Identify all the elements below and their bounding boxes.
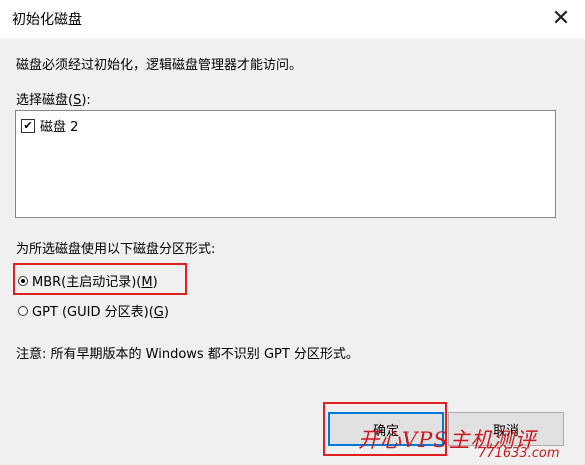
description-text: 磁盘必须经过初始化，逻辑磁盘管理器才能访问。 xyxy=(16,58,303,73)
gpt-radio[interactable] xyxy=(18,305,28,316)
close-icon[interactable]: ✕ xyxy=(543,4,579,32)
gpt-access-key: G xyxy=(153,305,164,320)
select-disk-label-prefix: 选择磁盘( xyxy=(16,93,74,108)
select-disk-label-suffix: ): xyxy=(81,93,91,108)
gpt-label-suffix: ) xyxy=(163,305,169,320)
title-bar: 初始化磁盘 ✕ xyxy=(0,0,585,38)
disk-listbox[interactable]: ✔ 磁盘 2 xyxy=(15,110,556,218)
watermark-url: 771633.com xyxy=(478,446,560,461)
disk-2-label: 磁盘 2 xyxy=(40,120,79,135)
partition-style-label: 为所选磁盘使用以下磁盘分区形式: xyxy=(16,242,216,257)
mbr-highlight-box xyxy=(13,263,187,295)
gpt-compatibility-note: 注意: 所有早期版本的 Windows 都不识别 GPT 分区形式。 xyxy=(16,347,359,362)
initialize-disk-dialog: 初始化磁盘 ✕ 磁盘必须经过初始化，逻辑磁盘管理器才能访问。 选择磁盘(S): … xyxy=(0,0,585,465)
list-item-disk-2[interactable]: ✔ 磁盘 2 xyxy=(21,116,78,135)
gpt-label: GPT (GUID 分区表)(G) xyxy=(32,301,169,320)
select-disk-label: 选择磁盘(S): xyxy=(16,89,91,108)
dialog-title: 初始化磁盘 xyxy=(12,12,82,28)
gpt-option[interactable]: GPT (GUID 分区表)(G) xyxy=(18,301,169,320)
gpt-label-text: GPT (GUID 分区表)( xyxy=(32,305,154,320)
disk-2-checkbox[interactable]: ✔ xyxy=(21,118,35,133)
